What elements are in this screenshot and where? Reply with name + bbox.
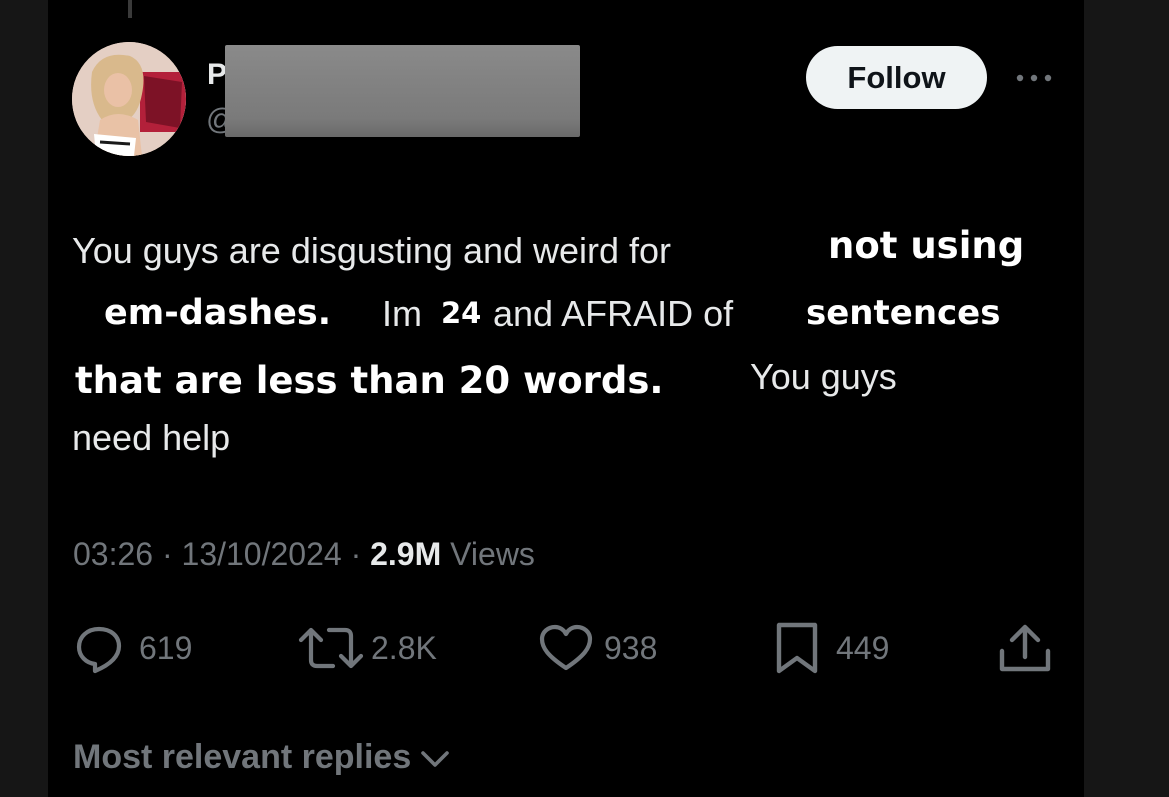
tweet-text-line1: You guys are disgusting and weird for — [72, 230, 672, 271]
replies-sort-dropdown[interactable]: Most relevant replies — [73, 738, 451, 777]
share-action[interactable] — [996, 622, 1054, 674]
repost-count: 2.8K — [371, 629, 437, 666]
meta-separator: · — [161, 536, 182, 572]
replies-sort-label: Most relevant replies — [73, 738, 412, 776]
share-icon — [999, 624, 1051, 672]
tweet-text-line3: You guys — [750, 356, 897, 397]
meta-separator: · — [350, 536, 371, 572]
follow-button[interactable]: Follow — [806, 46, 987, 109]
tweet-text-line4: need help — [72, 417, 231, 458]
tweet-text-line2-afraid: and AFRAID of — [493, 293, 734, 334]
bookmark-count: 449 — [836, 629, 890, 666]
views-label: Views — [450, 536, 535, 572]
tweet-meta: 03:26 · 13/10/2024 · 2.9M Views — [73, 538, 535, 570]
repost-action[interactable]: 2.8K — [297, 622, 437, 674]
tweet-time[interactable]: 03:26 — [73, 536, 153, 572]
reply-count: 619 — [139, 629, 193, 666]
sticker-24: 24 — [441, 296, 482, 330]
like-icon — [539, 624, 593, 671]
sticker-em-dashes: em-dashes. — [104, 293, 332, 333]
more-icon[interactable] — [1014, 68, 1054, 88]
avatar[interactable] — [72, 42, 186, 156]
tweet-date[interactable]: 13/10/2024 — [182, 536, 342, 572]
sticker-not-using: not using — [828, 224, 1025, 267]
tweet-text-line2-im: Im — [382, 293, 422, 334]
reply-action[interactable]: 619 — [73, 622, 192, 674]
chevron-down-icon — [421, 750, 450, 767]
like-action[interactable]: 938 — [538, 622, 657, 674]
author-name[interactable]: P — [207, 58, 227, 92]
like-count: 938 — [604, 629, 658, 666]
sticker-less-than-20-words: that are less than 20 words. — [75, 359, 664, 402]
redaction-box — [225, 45, 580, 137]
sticker-sentences: sentences — [806, 293, 1001, 333]
thread-connector-line — [128, 0, 132, 18]
screenshot-frame: P @ Follow You guys are disgusting and w… — [0, 0, 1169, 797]
views-count: 2.9M — [370, 536, 442, 572]
bookmark-action[interactable]: 449 — [772, 622, 889, 674]
bookmark-icon — [776, 622, 818, 674]
repost-icon — [298, 627, 364, 669]
reply-icon — [76, 626, 122, 674]
